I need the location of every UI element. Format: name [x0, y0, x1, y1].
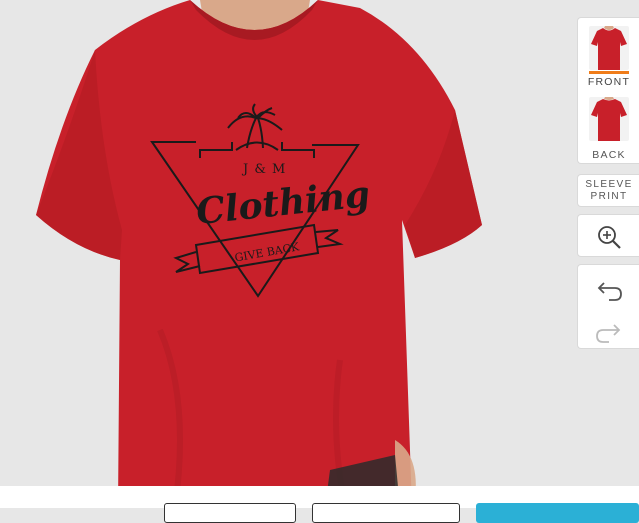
- active-view-indicator: [589, 71, 629, 74]
- bottom-action-bar: [0, 486, 639, 523]
- primary-action-button[interactable]: [476, 503, 639, 523]
- secondary-action-button[interactable]: [164, 503, 296, 523]
- undo-button[interactable]: [578, 267, 639, 307]
- view-back[interactable]: BACK: [578, 97, 639, 161]
- view-front-label: FRONT: [587, 76, 631, 88]
- history-panel: [577, 264, 639, 349]
- sleeve-label-line2: PRINT: [590, 191, 628, 202]
- view-selector-panel: FRONT BACK: [577, 17, 639, 164]
- front-thumbnail: [589, 26, 629, 70]
- undo-icon: [597, 282, 622, 301]
- sleeve-print-button[interactable]: SLEEVE PRINT: [577, 174, 639, 207]
- zoom-in-icon[interactable]: [578, 215, 639, 255]
- tshirt-mockup: J & M Clothing GIVE BACK: [36, 0, 482, 508]
- back-thumbnail: [589, 97, 629, 141]
- design-canvas[interactable]: J & M Clothing GIVE BACK: [0, 0, 639, 508]
- design-top-text: J & M: [241, 162, 286, 177]
- tertiary-action-button[interactable]: [312, 503, 460, 523]
- zoom-button[interactable]: [577, 214, 639, 257]
- sleeve-label-line1: SLEEVE: [585, 179, 633, 190]
- view-back-label: BACK: [592, 149, 626, 161]
- redo-icon: [596, 324, 621, 343]
- view-front[interactable]: FRONT: [578, 26, 639, 88]
- redo-button[interactable]: [578, 309, 639, 349]
